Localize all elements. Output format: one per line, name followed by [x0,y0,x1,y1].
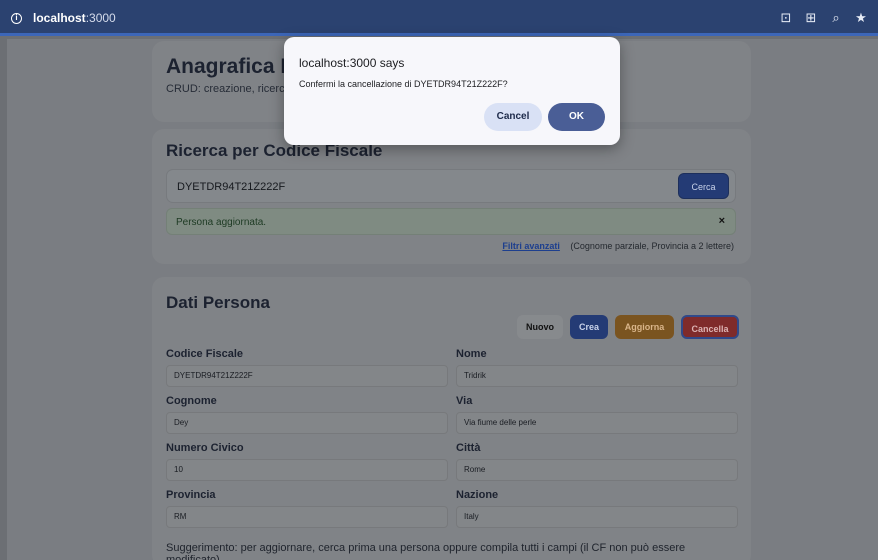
numero-civico-label: Numero Civico [166,442,244,454]
browser-toolbar: i localhost:3000 ⊡ ⊞ ⌕ ★ [0,0,878,36]
page-subtitle: CRUD: creazione, ricerc [166,83,285,95]
confirm-dialog: localhost:3000 says Confermi la cancella… [284,37,620,145]
update-hint: Suggerimento: per aggiornare, cerca prim… [166,542,686,560]
browser-actions: ⊡ ⊞ ⌕ ★ [779,10,868,26]
person-card: Dati Persona Nuovo Crea Aggiorna Cancell… [152,277,751,560]
success-alert: Persona aggiornata. × [166,208,736,235]
site-info-icon[interactable]: i [11,13,22,24]
update-button[interactable]: Aggiorna [615,315,674,339]
dialog-title: localhost:3000 says [299,56,405,70]
bookmark-star-icon[interactable]: ★ [854,10,868,26]
nazione-field[interactable]: Italy [456,506,738,528]
cf-search-value: DYETDR94T21Z222F [177,181,286,193]
close-icon[interactable]: × [719,215,725,227]
delete-button[interactable]: Cancella [681,315,739,339]
install-icon[interactable]: ⊡ [779,10,793,26]
provincia-label: Provincia [166,489,216,501]
advanced-filters-link[interactable]: Filtri avanzati [502,241,560,251]
cognome-field[interactable]: Dey [166,412,448,434]
via-field[interactable]: Via fiume delle perle [456,412,738,434]
via-label: Via [456,395,473,407]
person-heading: Dati Persona [166,293,270,312]
nome-field[interactable]: Tridrik [456,365,738,387]
citta-field[interactable]: Rome [456,459,738,481]
new-button[interactable]: Nuovo [517,315,563,339]
nome-label: Nome [456,348,487,360]
nazione-label: Nazione [456,489,499,501]
dialog-ok-button[interactable]: OK [548,103,605,131]
dialog-message: Confermi la cancellazione di DYETDR94T21… [299,79,508,89]
citta-label: Città [456,442,481,454]
advanced-filters-note: (Cognome parziale, Provincia a 2 lettere… [570,241,734,251]
codice-fiscale-label: Codice Fiscale [166,348,244,360]
action-buttons: Nuovo Crea Aggiorna Cancella [517,315,739,339]
cognome-label: Cognome [166,395,217,407]
numero-civico-field[interactable]: 10 [166,459,448,481]
search-card: Ricerca per Codice Fiscale DYETDR94T21Z2… [152,129,751,264]
url-port: :3000 [85,11,116,25]
create-button[interactable]: Crea [570,315,608,339]
url-host: localhost [33,11,86,25]
alert-message: Persona aggiornata. [176,217,267,228]
advanced-filters-row: Filtri avanzati (Cognome parziale, Provi… [502,241,734,251]
search-button[interactable]: Cerca [678,173,729,199]
provincia-field[interactable]: RM [166,506,448,528]
zoom-icon[interactable]: ⌕ [829,10,843,26]
translate-icon[interactable]: ⊞ [804,10,818,26]
codice-fiscale-field[interactable]: DYETDR94T21Z222F [166,365,448,387]
cf-search-input[interactable]: DYETDR94T21Z222F Cerca [166,169,736,203]
address-bar[interactable]: localhost:3000 [33,11,116,25]
dialog-cancel-button[interactable]: Cancel [484,103,542,131]
